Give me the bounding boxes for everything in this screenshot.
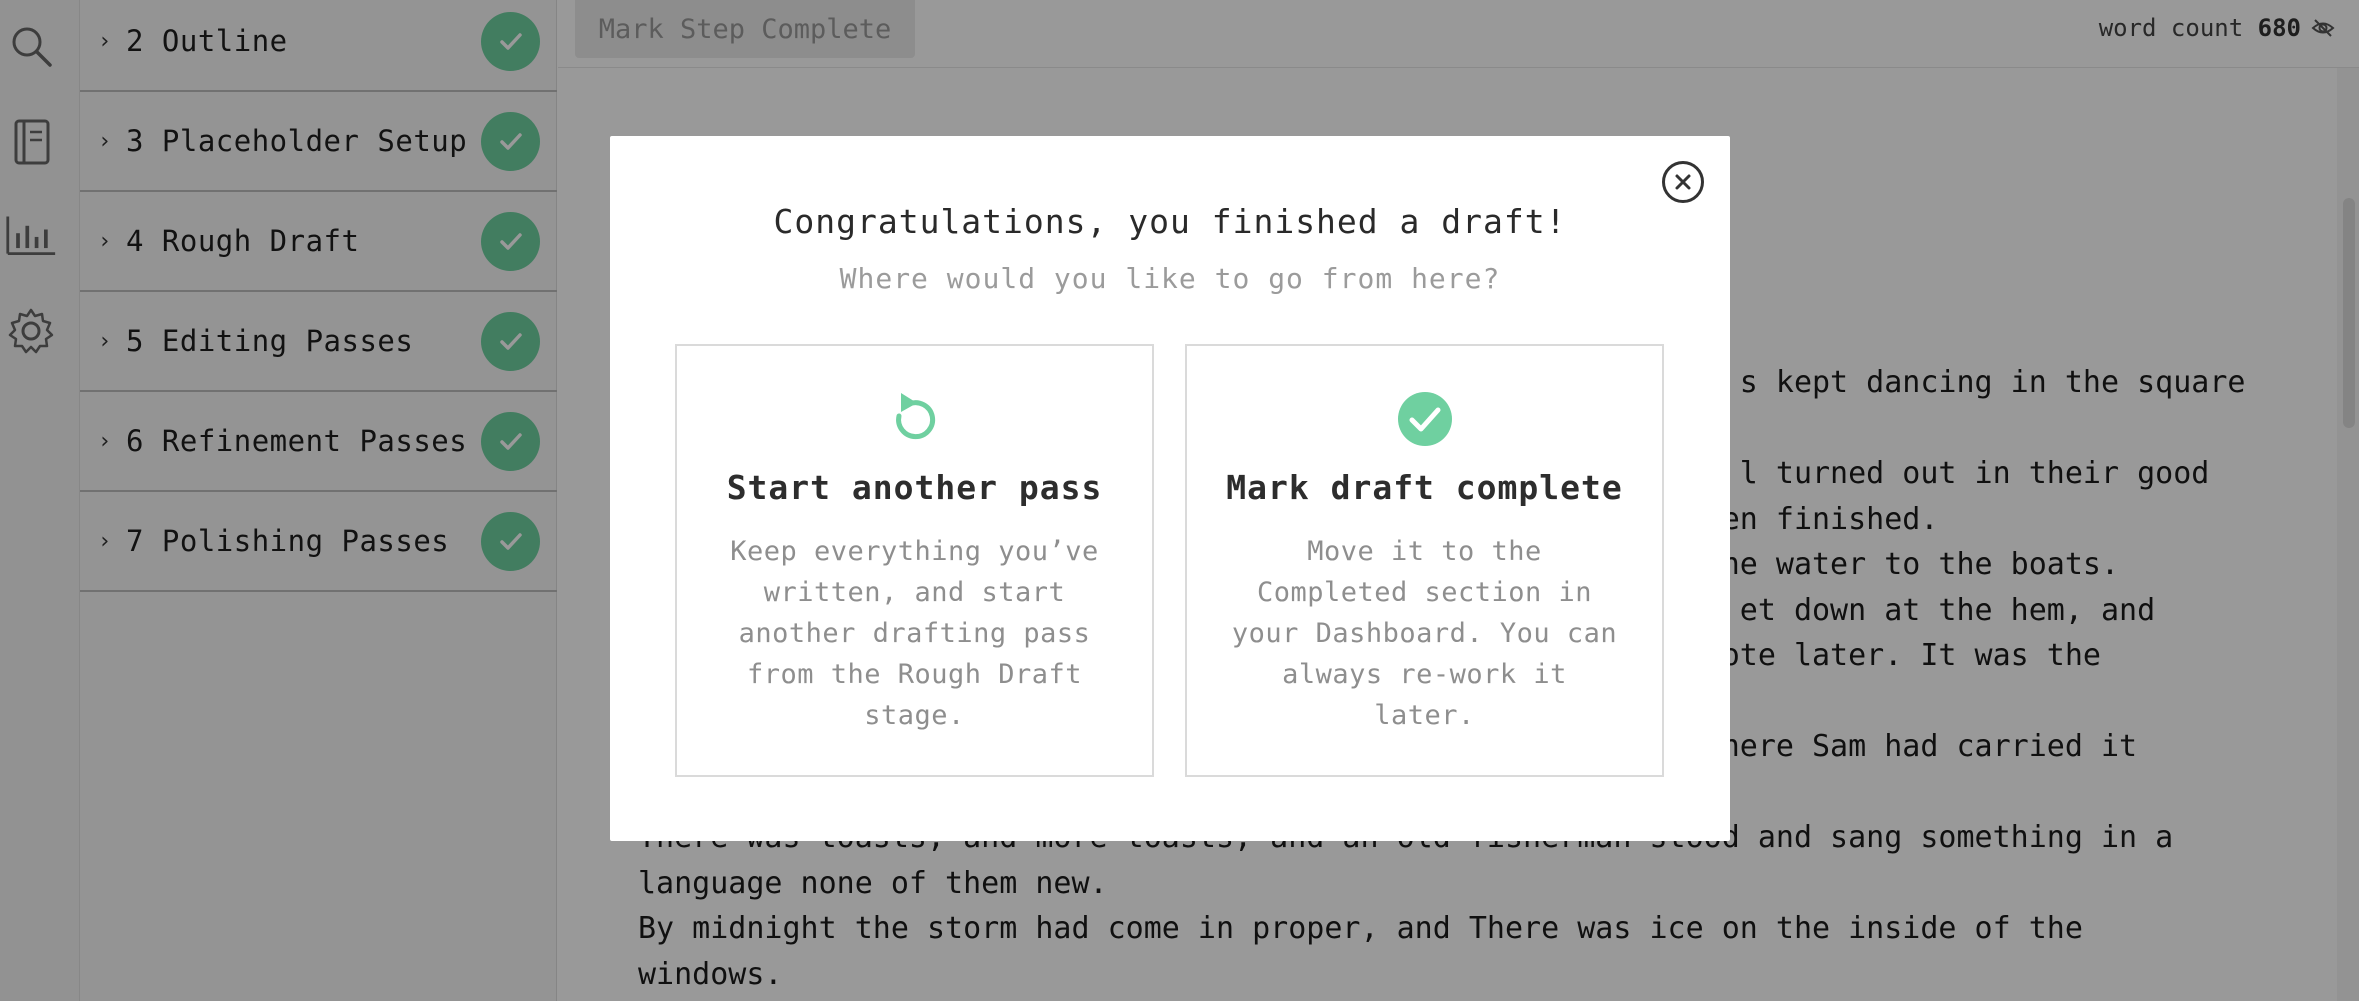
mark-draft-complete-option[interactable]: Mark draft complete Move it to the Compl… xyxy=(1185,344,1664,777)
restart-icon xyxy=(884,388,946,450)
modal-title: Congratulations, you finished a draft! xyxy=(773,202,1567,241)
modal-subtitle: Where would you like to go from here? xyxy=(839,262,1501,295)
option-description: Keep everything you’ve written, and star… xyxy=(730,536,1099,731)
option-title: Start another pass xyxy=(726,468,1103,507)
close-button[interactable] xyxy=(1662,161,1704,203)
check-circle-icon xyxy=(1394,388,1456,450)
start-another-pass-option[interactable]: Start another pass Keep everything you’v… xyxy=(675,344,1154,777)
close-icon xyxy=(1675,174,1691,190)
option-title: Mark draft complete xyxy=(1226,468,1623,507)
option-description: Move it to the Completed section in your… xyxy=(1231,536,1618,731)
draft-complete-modal: Congratulations, you finished a draft! W… xyxy=(610,136,1730,841)
